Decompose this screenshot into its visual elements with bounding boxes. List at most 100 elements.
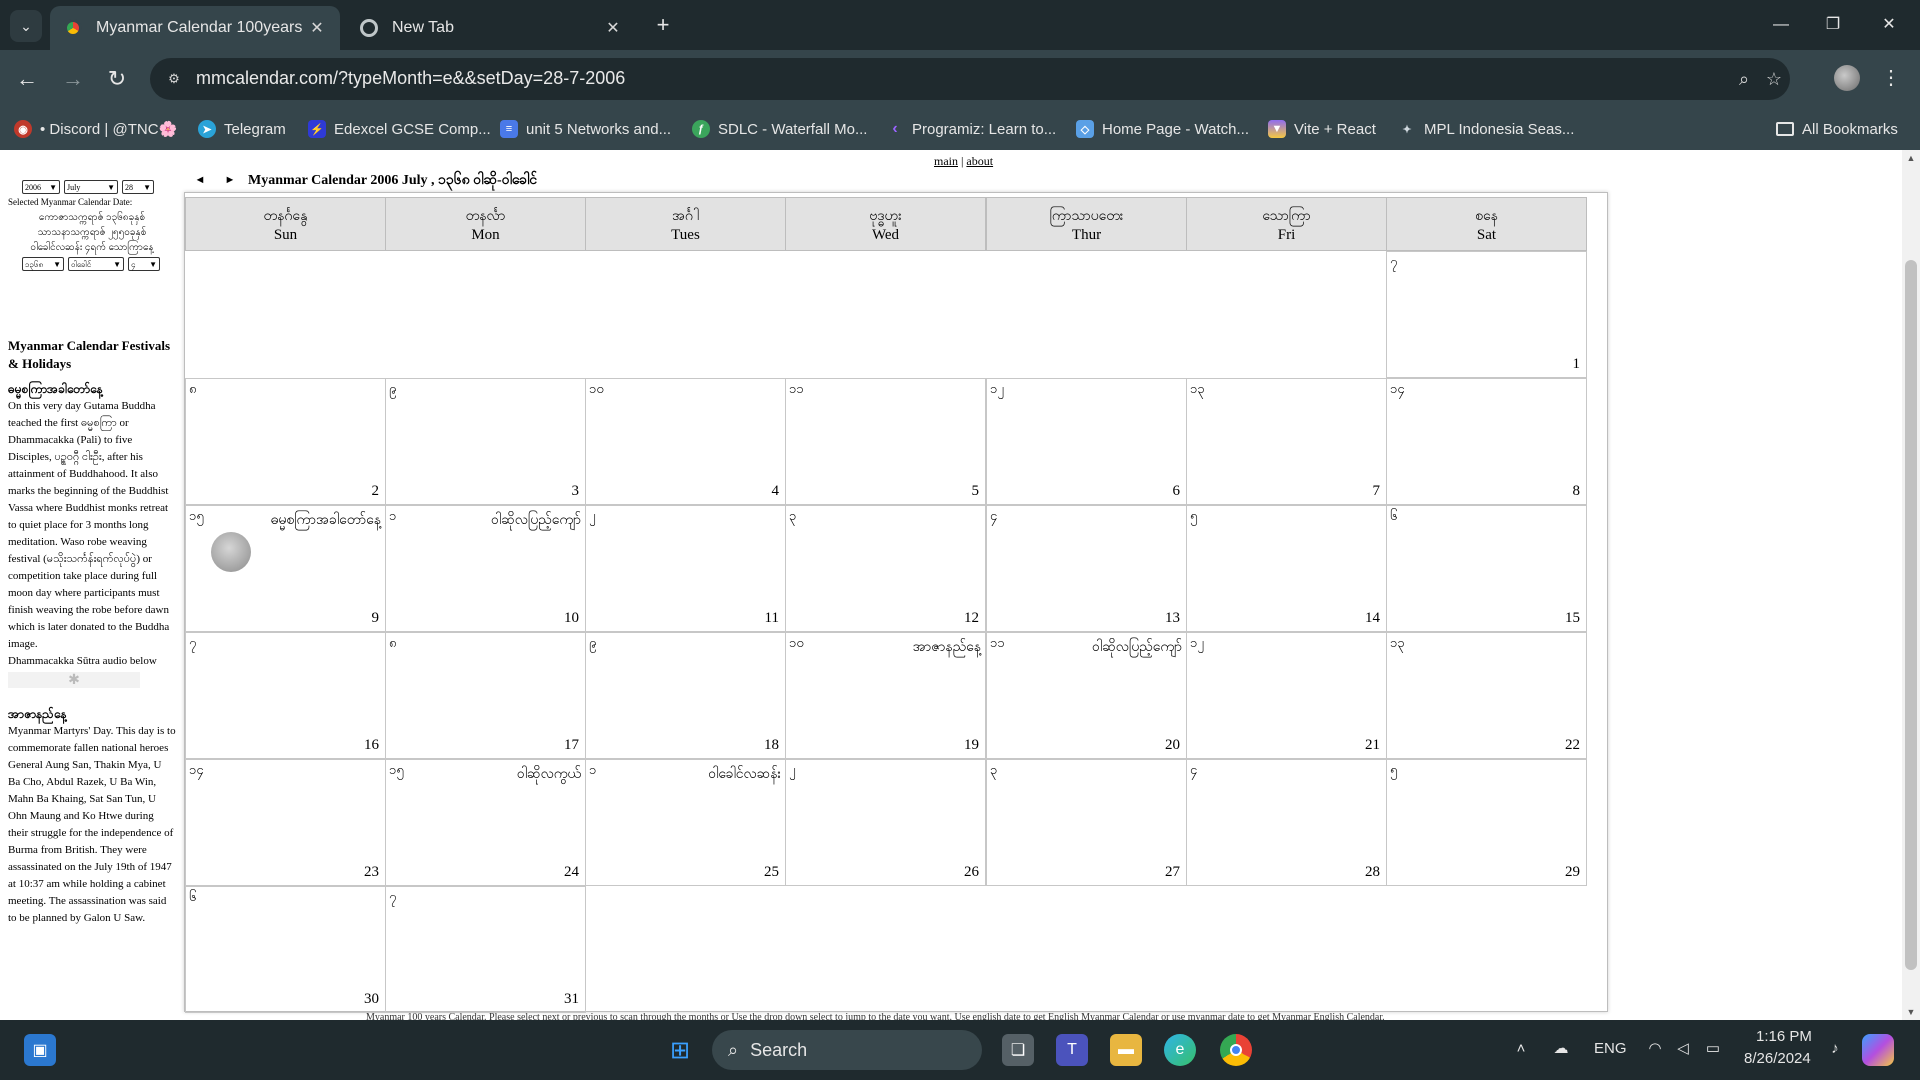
address-bar[interactable]: ⚙ mmcalendar.com/?typeMonth=e&&setDay=28… <box>150 58 1790 100</box>
calendar-day-cell[interactable]: ၁ ဝါဆိုလပြည့်ကျော် 10 <box>385 505 586 632</box>
taskbar-search[interactable]: ⌕ Search <box>712 1030 982 1070</box>
clock-time[interactable]: 1:16 PM <box>1756 1028 1812 1045</box>
window-close-button[interactable]: ✕ <box>1866 10 1912 40</box>
myanmar-day-number: ၅ <box>1390 762 1398 777</box>
calendar-day-cell[interactable]: ၅ 29 <box>1386 759 1587 886</box>
volume-icon[interactable]: ◁ <box>1672 1038 1694 1060</box>
myanmar-day-number: ၁ <box>589 762 597 777</box>
calendar-day-cell[interactable]: ၉3 <box>385 378 586 505</box>
scroll-up-arrow-icon[interactable]: ▲ <box>1902 150 1920 166</box>
forward-button[interactable]: → <box>58 64 88 94</box>
calendar-day-cell[interactable]: ၁၀ အာဇာနည်နေ့ 19 <box>785 632 986 759</box>
calendar-day-cell[interactable]: ၄ 13 <box>986 505 1187 632</box>
tab-new-tab[interactable]: New Tab ✕ <box>346 6 636 50</box>
calendar-day-cell[interactable]: ၁၃ 22 <box>1386 632 1587 759</box>
calendar-day-cell[interactable]: ၁၁ 5 <box>785 378 986 505</box>
myanmar-year-select[interactable]: ၁၃၆၈ ▼ <box>22 257 64 271</box>
start-button[interactable]: ⊞ <box>664 1034 696 1066</box>
calendar-day-cell[interactable]: ၇ 31 <box>385 886 586 1013</box>
calendar-day-cell[interactable]: ၁၂ 6 <box>986 378 1187 505</box>
calendar-day-cell[interactable]: ၇1 <box>1386 251 1587 378</box>
close-icon[interactable]: ✕ <box>306 18 328 38</box>
next-month-button[interactable]: ► <box>218 171 242 189</box>
calendar-day-cell[interactable]: ၆ 15 <box>1386 505 1587 632</box>
restore-button[interactable]: ❐ <box>1810 10 1856 40</box>
calendar-day-cell[interactable]: ၂ 11 <box>585 505 786 632</box>
tab-myanmar-calendar[interactable]: Myanmar Calendar 100years ✕ <box>50 6 340 50</box>
bookmark-sdlc[interactable]: ƒ SDLC - Waterfall Mo... <box>692 118 867 140</box>
prev-month-button[interactable]: ◄ <box>188 171 212 189</box>
calendar-day-cell[interactable]: ၈ 17 <box>385 632 586 759</box>
myanmar-month-select[interactable]: ဝါခေါင် ▼ <box>68 257 124 271</box>
scrollbar-thumb[interactable] <box>1905 260 1917 970</box>
onedrive-icon[interactable]: ☁ <box>1550 1038 1572 1060</box>
main-link[interactable]: main <box>934 154 958 168</box>
site-info-icon[interactable]: ⚙ <box>164 69 184 89</box>
calendar-day-cell[interactable]: ၁၅ ဝါဆိုလကွယ် 24 <box>385 759 586 886</box>
audio-player[interactable]: ✱ <box>8 672 140 688</box>
myanmar-day-number: ၈ <box>189 381 197 396</box>
bookmark-discord[interactable]: ◉ • Discord | @TNC🌸 <box>14 118 177 140</box>
calendar-day-cell[interactable]: ၄ 28 <box>1186 759 1387 886</box>
bookmark-mpl[interactable]: ✦ MPL Indonesia Seas... <box>1398 118 1574 140</box>
calendar-day-cell[interactable]: ၉ 18 <box>585 632 786 759</box>
about-link[interactable]: about <box>966 154 993 168</box>
selected-date-caption: Selected Myanmar Calendar Date: <box>8 197 133 207</box>
battery-icon[interactable]: ▭ <box>1702 1038 1724 1060</box>
bookmark-unit5[interactable]: ≡ unit 5 Networks and... <box>500 118 671 140</box>
calendar-day-cell[interactable]: ၂ 26 <box>785 759 986 886</box>
calendar-day-cell[interactable]: ၇ 16 <box>185 632 386 759</box>
calendar-day-cell[interactable]: ၃ 12 <box>785 505 986 632</box>
file-explorer-icon[interactable]: ▬ <box>1110 1034 1142 1066</box>
calendar-day-cell[interactable]: ၁၂ 21 <box>1186 632 1387 759</box>
profile-avatar[interactable] <box>1834 65 1860 91</box>
url-text[interactable]: mmcalendar.com/?typeMonth=e&&setDay=28-7… <box>196 68 625 89</box>
close-icon[interactable]: ✕ <box>602 18 624 38</box>
clock-date[interactable]: 8/26/2024 <box>1744 1050 1811 1067</box>
teams-icon[interactable]: T <box>1056 1034 1088 1066</box>
language-indicator[interactable]: ENG <box>1594 1040 1627 1057</box>
chrome-icon[interactable] <box>1220 1034 1252 1066</box>
calendar-day-cell[interactable]: ၁၄ 23 <box>185 759 386 886</box>
bookmark-watch[interactable]: ◇ Home Page - Watch... <box>1076 118 1249 140</box>
bookmark-star-icon[interactable]: ☆ <box>1762 67 1786 91</box>
calendar-day-cell[interactable]: ၁၀ 4 <box>585 378 786 505</box>
zoom-icon[interactable]: ⌕ <box>1732 67 1756 91</box>
wifi-icon[interactable]: ◠ <box>1644 1038 1666 1060</box>
task-view-icon[interactable]: ❏ <box>1002 1034 1034 1066</box>
bookmark-programiz[interactable]: ‹ Programiz: Learn to... <box>886 118 1056 140</box>
scroll-down-arrow-icon[interactable]: ▼ <box>1902 1004 1920 1020</box>
calendar-day-cell[interactable]: ၆ 30 <box>185 886 386 1013</box>
bookmark-vite[interactable]: ▼ Vite + React <box>1268 118 1376 140</box>
browser-menu-button[interactable]: ⋮ <box>1880 63 1902 93</box>
page-scrollbar[interactable]: ▲ ▼ <box>1902 150 1920 1020</box>
docs-icon: ≡ <box>500 120 518 138</box>
month-select[interactable]: July ▼ <box>64 180 118 194</box>
calendar-day-cell[interactable]: ၁၃ 7 <box>1186 378 1387 505</box>
tab-search-button[interactable]: ⌄ <box>10 10 42 42</box>
back-button[interactable]: ← <box>12 64 42 94</box>
bookmark-telegram[interactable]: ➤ Telegram <box>198 118 286 140</box>
calendar-day-cell[interactable]: ၁၄ 8 <box>1386 378 1587 505</box>
calendar-day-cell[interactable]: ၈2 <box>185 378 386 505</box>
chevron-up-icon[interactable]: ˄ <box>1510 1038 1532 1060</box>
day-select[interactable]: 28 ▼ <box>122 180 154 194</box>
edge-icon[interactable]: e <box>1164 1034 1196 1066</box>
bookmark-edexcel[interactable]: ⚡ Edexcel GCSE Comp... <box>308 118 491 140</box>
calendar-day-cell[interactable]: ၁၁ ဝါဆိုလပြည့်ကျော် 20 <box>986 632 1187 759</box>
minimize-button[interactable]: — <box>1758 10 1804 40</box>
calendar-day-cell[interactable]: ၅ 14 <box>1186 505 1387 632</box>
notification-bell-icon[interactable]: ♪ <box>1824 1038 1846 1060</box>
calendar-day-cell[interactable]: ၃ 27 <box>986 759 1187 886</box>
widgets-icon[interactable]: ▣ <box>24 1034 56 1066</box>
calendar-day-cell[interactable]: ၁၅ ဓမ္မစကြာအခါတော်နေ့ 9 <box>185 505 386 632</box>
copilot-icon[interactable] <box>1862 1034 1894 1066</box>
year-select[interactable]: 2006 ▼ <box>22 180 60 194</box>
myanmar-day-select[interactable]: ၄ ▼ <box>128 257 160 271</box>
reload-button[interactable]: ↻ <box>102 64 132 94</box>
myanmar-date-selectors: ၁၃၆၈ ▼ ဝါခေါင် ▼ ၄ ▼ <box>22 257 176 271</box>
calendar-day-cell[interactable]: ၁ ဝါခေါင်လဆန်း 25 <box>585 759 786 886</box>
new-tab-button[interactable]: + <box>650 12 676 38</box>
all-bookmarks-button[interactable]: All Bookmarks <box>1776 118 1898 140</box>
myanmar-day-number: ၁၂ <box>1190 635 1204 650</box>
